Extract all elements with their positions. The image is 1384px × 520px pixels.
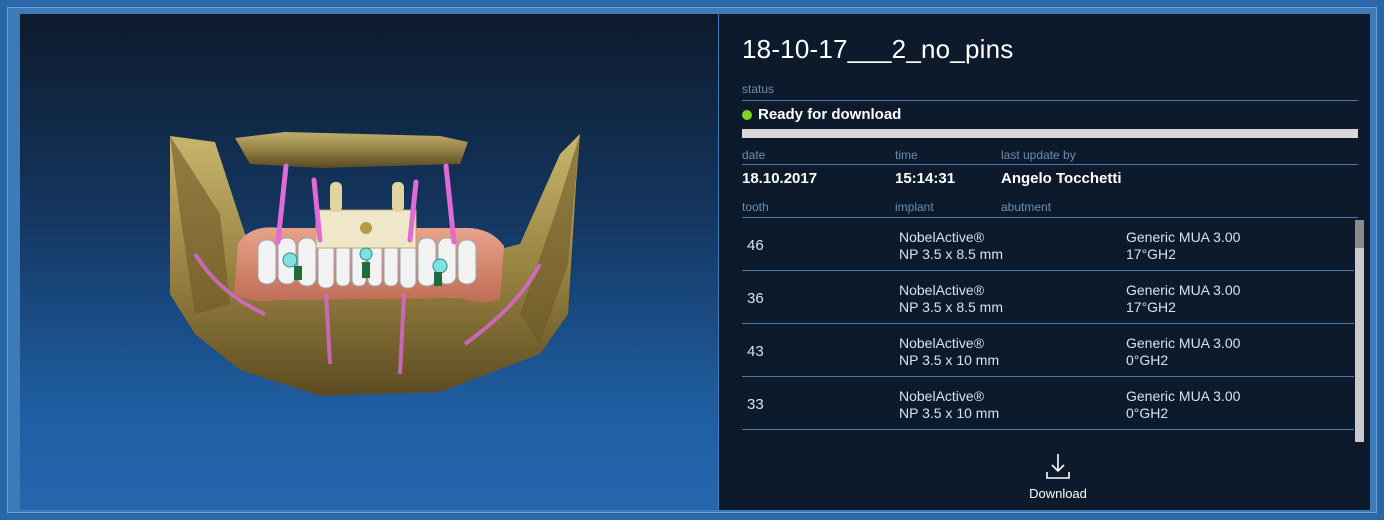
- implant-name: NobelActive®: [899, 335, 985, 351]
- implant-name: NobelActive®: [899, 229, 985, 245]
- updater-label: last update by: [1001, 148, 1076, 162]
- abutment-name: Generic MUA 3.00: [1126, 229, 1241, 245]
- tooth-cell: 46: [747, 237, 764, 254]
- abutment-cell: Generic MUA 3.00 0°GH2: [1126, 388, 1240, 422]
- abutment-header: abutment: [1001, 200, 1052, 214]
- status-text: Ready for download: [758, 106, 902, 123]
- implant-size: NP 3.5 x 8.5 mm: [899, 246, 1004, 262]
- abutment-name: Generic MUA 3.00: [1126, 388, 1241, 404]
- updater-value: Angelo Tocchetti: [1001, 170, 1122, 187]
- abutment-cell: Generic MUA 3.00 0°GH2: [1126, 335, 1240, 369]
- status-dot-icon: [742, 109, 752, 120]
- status-indicator: Ready for download: [742, 106, 901, 123]
- abutment-cell: Generic MUA 3.00 17°GH2: [1126, 229, 1240, 263]
- date-value: 18.10.2017: [742, 170, 818, 187]
- implant-header: implant: [895, 200, 934, 214]
- download-button[interactable]: Download: [1013, 452, 1103, 510]
- tooth-header: tooth: [742, 200, 769, 214]
- case-frame: 18-10-17___2_no_pins status Ready for do…: [7, 7, 1377, 513]
- case-title: 18-10-17___2_no_pins: [742, 34, 1014, 64]
- time-label: time: [895, 148, 918, 162]
- status-label: status: [742, 82, 775, 96]
- jaw-model-render: [170, 132, 580, 396]
- abutment-angle: 17°GH2: [1126, 299, 1176, 315]
- table-row[interactable]: 36 NobelActive® NP 3.5 x 8.5 mm Generic …: [742, 271, 1354, 324]
- tooth-cell: 43: [747, 343, 764, 360]
- date-label: date: [742, 148, 766, 162]
- implant-cell: NobelActive® NP 3.5 x 10 mm: [899, 388, 999, 422]
- abutment-cell: Generic MUA 3.00 17°GH2: [1126, 282, 1240, 316]
- time-value: 15:14:31: [895, 170, 956, 187]
- implant-table[interactable]: 46 NobelActive® NP 3.5 x 8.5 mm Generic …: [742, 218, 1354, 438]
- implant-size: NP 3.5 x 10 mm: [899, 405, 1000, 421]
- abutment-name: Generic MUA 3.00: [1126, 282, 1241, 298]
- table-row[interactable]: 33 NobelActive® NP 3.5 x 10 mm Generic M…: [742, 377, 1354, 430]
- implant-size: NP 3.5 x 10 mm: [899, 352, 1000, 368]
- scrollbar-thumb[interactable]: [1355, 220, 1364, 248]
- implant-name: NobelActive®: [899, 282, 985, 298]
- implant-cell: NobelActive® NP 3.5 x 8.5 mm: [899, 282, 1003, 316]
- implant-size: NP 3.5 x 8.5 mm: [899, 299, 1004, 315]
- table-row[interactable]: 43 NobelActive® NP 3.5 x 10 mm Generic M…: [742, 324, 1354, 377]
- download-progress-bar: [742, 129, 1358, 138]
- 3d-model-viewport[interactable]: [20, 14, 718, 510]
- case-details-panel: 18-10-17___2_no_pins status Ready for do…: [719, 14, 1370, 510]
- table-scrollbar[interactable]: [1355, 220, 1364, 442]
- progress-fill: [742, 129, 1358, 138]
- table-row[interactable]: 46 NobelActive® NP 3.5 x 8.5 mm Generic …: [742, 218, 1354, 271]
- divider: [742, 164, 1358, 165]
- abutment-angle: 17°GH2: [1126, 246, 1176, 262]
- abutment-name: Generic MUA 3.00: [1126, 335, 1241, 351]
- implant-cell: NobelActive® NP 3.5 x 10 mm: [899, 335, 999, 369]
- download-label: Download: [1029, 486, 1087, 501]
- tooth-cell: 36: [747, 290, 764, 307]
- tooth-cell: 33: [747, 396, 764, 413]
- abutment-angle: 0°GH2: [1126, 405, 1169, 421]
- download-icon: [1046, 454, 1070, 479]
- divider: [742, 100, 1358, 101]
- implant-name: NobelActive®: [899, 388, 985, 404]
- implant-cell: NobelActive® NP 3.5 x 8.5 mm: [899, 229, 1003, 263]
- abutment-angle: 0°GH2: [1126, 352, 1169, 368]
